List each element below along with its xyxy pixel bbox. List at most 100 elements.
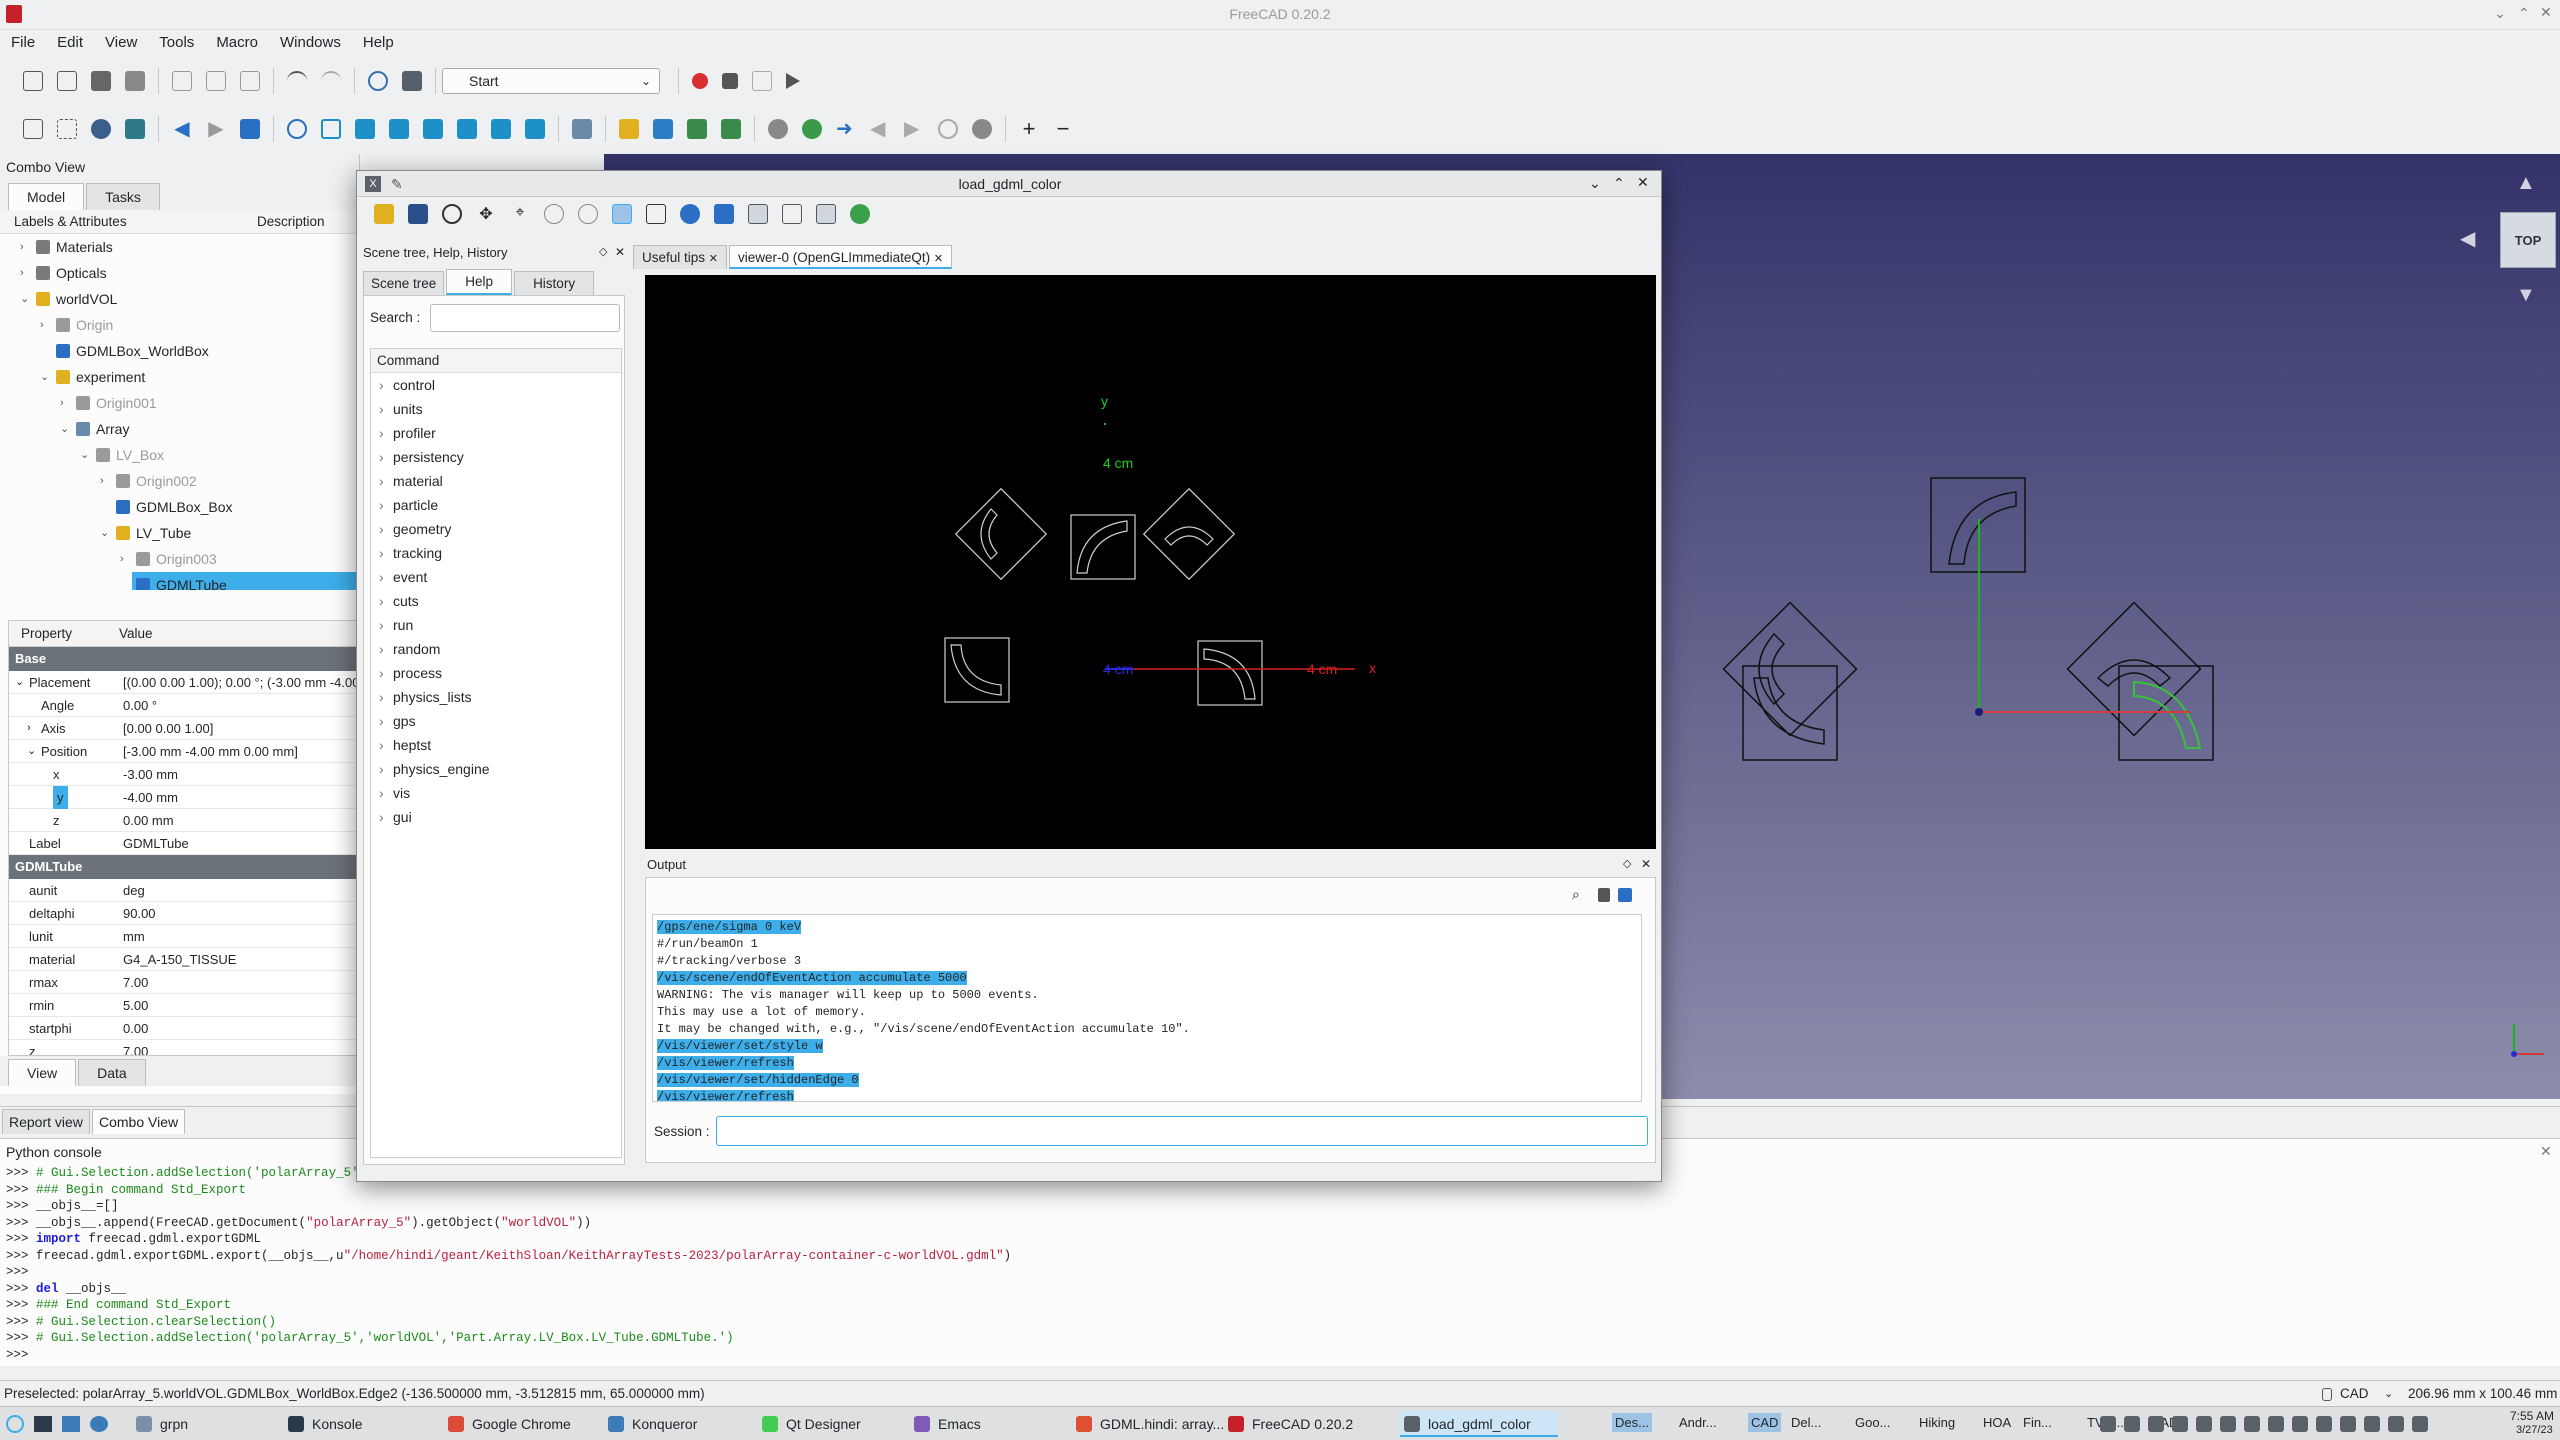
stop-macro-icon[interactable]: [722, 73, 738, 89]
property-row[interactable]: › Axis [0.00 0.00 1.00]: [9, 717, 359, 740]
undo-icon[interactable]: [287, 71, 307, 91]
clock-date[interactable]: 3/27/23: [2516, 1424, 2553, 1436]
command-item[interactable]: particle: [371, 493, 621, 517]
pick-icon[interactable]: ⌖: [510, 204, 530, 224]
tree-item[interactable]: GDMLTube: [132, 572, 359, 590]
property-row[interactable]: rmax 7.00: [9, 971, 359, 994]
expand-arrow-icon[interactable]: ›: [20, 234, 32, 260]
property-row[interactable]: lunit mm: [9, 925, 359, 948]
tab-data[interactable]: Data: [78, 1059, 146, 1086]
measure-icon[interactable]: [572, 119, 592, 139]
command-item[interactable]: gui: [371, 805, 621, 829]
front-view-icon[interactable]: [355, 119, 375, 139]
expand-arrow-icon[interactable]: ›: [60, 390, 72, 416]
browser-launcher-icon[interactable]: [90, 1416, 108, 1432]
tree-item[interactable]: ⌄ worldVOL: [0, 286, 359, 312]
property-value[interactable]: 7.00: [123, 971, 148, 994]
tree-item[interactable]: › Origin003: [0, 546, 359, 572]
property-row[interactable]: z 7.00: [9, 1040, 359, 1055]
command-item[interactable]: persistency: [371, 445, 621, 469]
tree-col-labels[interactable]: Labels & Attributes: [14, 210, 127, 234]
property-row[interactable]: x -3.00 mm: [9, 763, 359, 786]
open-icon[interactable]: [57, 71, 77, 91]
tray-icon[interactable]: [2388, 1416, 2404, 1432]
left-view-icon[interactable]: [525, 119, 545, 139]
bottom-view-icon[interactable]: [491, 119, 511, 139]
command-item[interactable]: tracking: [371, 541, 621, 565]
command-item[interactable]: cuts: [371, 589, 621, 613]
status-nav-chevron-icon[interactable]: ⌄: [2384, 1381, 2393, 1407]
fit-selection-icon[interactable]: [57, 119, 77, 139]
tree-item[interactable]: ⌄ experiment: [0, 364, 359, 390]
command-item[interactable]: control: [371, 373, 621, 397]
tray-icon[interactable]: [2220, 1416, 2236, 1432]
property-row[interactable]: aunit deg: [9, 879, 359, 902]
expand-arrow-icon[interactable]: ›: [20, 260, 32, 286]
command-item[interactable]: profiler: [371, 421, 621, 445]
whats-this-icon[interactable]: [402, 71, 422, 91]
property-row[interactable]: Label GDMLTube: [9, 832, 359, 855]
macros-icon[interactable]: [752, 71, 772, 91]
property-row[interactable]: y -4.00 mm: [9, 786, 359, 809]
tray-item[interactable]: HOA: [1980, 1413, 2014, 1432]
expand-arrow-icon[interactable]: ›: [27, 717, 31, 740]
status-nav-style[interactable]: CAD: [2340, 1381, 2369, 1407]
float-icon[interactable]: ◇: [599, 245, 607, 258]
expand-arrow-icon[interactable]: ⌄: [100, 520, 112, 546]
menu-macro[interactable]: Macro: [205, 30, 269, 55]
print-icon[interactable]: [125, 71, 145, 91]
zoom-out-icon[interactable]: [578, 204, 598, 224]
tray-icon[interactable]: [2100, 1416, 2116, 1432]
command-item[interactable]: geometry: [371, 517, 621, 541]
tree-item[interactable]: ⌄ LV_Tube: [0, 520, 359, 546]
isometric-icon[interactable]: [321, 119, 341, 139]
geant4-viewer[interactable]: y 4 cm 4 cm 4 cm x: [645, 275, 1656, 849]
tab-help[interactable]: Help: [446, 269, 513, 295]
output-clear-icon[interactable]: [1598, 888, 1610, 902]
settings-icon[interactable]: [442, 204, 462, 224]
tree-item[interactable]: GDMLBox_WorldBox: [0, 338, 359, 364]
workbench-selector[interactable]: Start ⌄: [442, 68, 660, 94]
output-log[interactable]: /gps/ene/sigma 0 keV #/run/beamOn 1 #/trac…: [652, 914, 1642, 1102]
python-console-output[interactable]: >>> # Gui.Selection.addSelection('polarA…: [0, 1165, 2560, 1363]
property-value[interactable]: 90.00: [123, 902, 156, 925]
property-row[interactable]: deltaphi 90.00: [9, 902, 359, 925]
ortho-icon[interactable]: [816, 204, 836, 224]
output-save-icon[interactable]: [1618, 888, 1632, 902]
property-row[interactable]: z 0.00 mm: [9, 809, 359, 832]
command-item[interactable]: run: [371, 613, 621, 637]
output-float-icon[interactable]: ◇: [1623, 857, 1631, 870]
close-icon[interactable]: ✕: [2540, 4, 2552, 21]
expand-arrow-icon[interactable]: ›: [120, 546, 132, 572]
command-item[interactable]: physics_engine: [371, 757, 621, 781]
python-console-close-icon[interactable]: ✕: [2540, 1143, 2552, 1160]
hidden-line-icon[interactable]: [646, 204, 666, 224]
right-view-icon[interactable]: [423, 119, 443, 139]
tab-history[interactable]: History: [514, 271, 595, 295]
taskbar-item[interactable]: Konsole: [284, 1411, 434, 1437]
redo-icon[interactable]: [321, 71, 341, 91]
dialog-close-icon[interactable]: ✕: [1637, 174, 1649, 191]
solid-icon[interactable]: [680, 204, 700, 224]
tab-report-view[interactable]: Report view: [2, 1109, 90, 1134]
tree-item[interactable]: › Origin002: [0, 468, 359, 494]
menu-tools[interactable]: Tools: [148, 30, 205, 55]
property-row[interactable]: startphi 0.00: [9, 1017, 359, 1040]
paste-icon[interactable]: [240, 71, 260, 91]
bounding-box-icon[interactable]: [125, 119, 145, 139]
property-value[interactable]: G4_A-150_TISSUE: [123, 948, 236, 971]
move-icon[interactable]: ✥: [476, 204, 496, 224]
save-image-icon[interactable]: [408, 204, 428, 224]
zoom-out-icon[interactable]: −: [1053, 118, 1073, 140]
help-search-input[interactable]: [430, 304, 620, 332]
taskbar-item[interactable]: Konqueror: [604, 1411, 748, 1437]
menu-view[interactable]: View: [94, 30, 148, 55]
tab-model[interactable]: Model: [8, 183, 85, 210]
expand-arrow-icon[interactable]: ›: [100, 468, 112, 494]
menu-edit[interactable]: Edit: [46, 30, 94, 55]
run-beam-icon[interactable]: [850, 204, 870, 224]
group-icon[interactable]: [653, 119, 673, 139]
zoom-in-icon[interactable]: +: [1019, 118, 1039, 140]
execute-macro-icon[interactable]: [786, 73, 800, 89]
tab-close-icon[interactable]: ✕: [934, 253, 943, 265]
